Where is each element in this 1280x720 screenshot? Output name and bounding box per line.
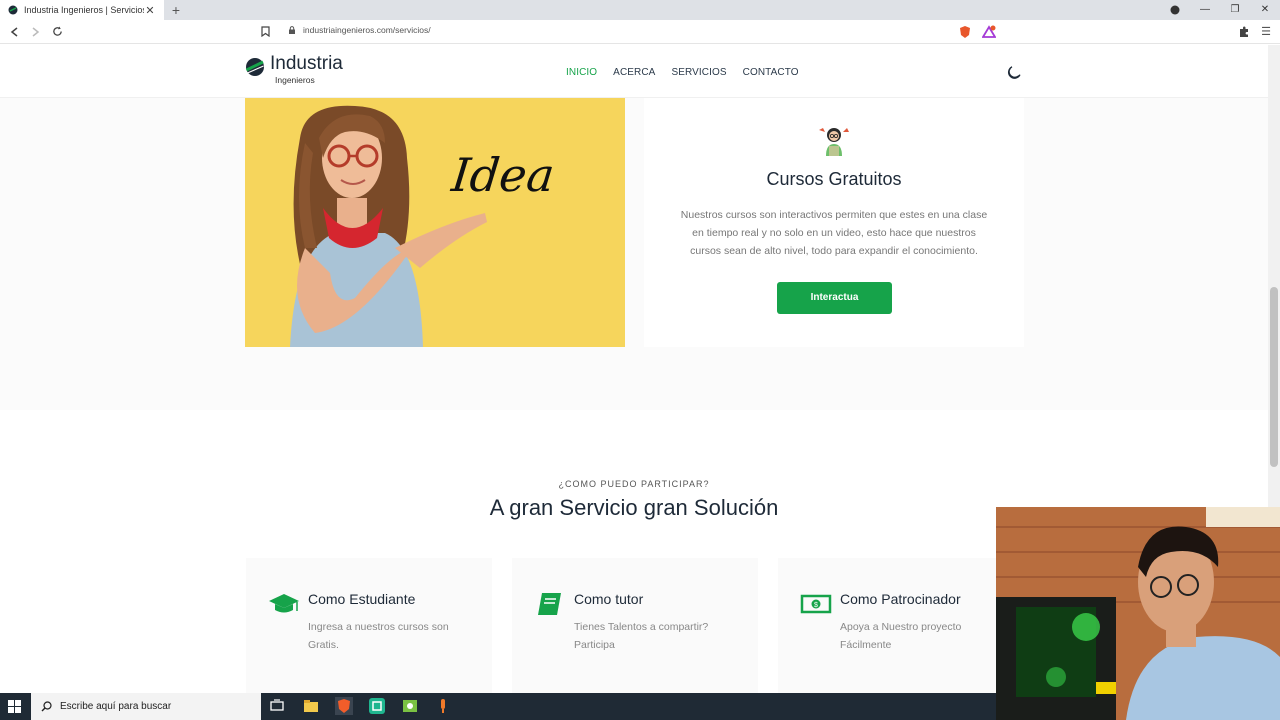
- windows-start-icon[interactable]: [8, 700, 21, 713]
- hero-section-background: [0, 98, 1280, 410]
- tab-title: Industria Ingenieros | Servicios: [24, 5, 144, 15]
- idea-word: Idea: [449, 148, 558, 202]
- teacher-avatar-icon: [819, 128, 849, 156]
- card-description: Nuestros cursos son interactivos permite…: [680, 209, 988, 257]
- reload-icon[interactable]: [49, 24, 65, 40]
- rewards-icon[interactable]: [982, 25, 996, 39]
- tab-close-icon[interactable]: ✕: [144, 4, 156, 17]
- brave-browser-icon[interactable]: [335, 697, 353, 715]
- service-title: Como Estudiante: [308, 591, 416, 607]
- brand-name: Industria: [270, 53, 343, 74]
- restore-icon[interactable]: ❐: [1220, 0, 1250, 20]
- free-courses-card: Cursos Gratuitos Nuestros cursos son int…: [644, 98, 1024, 347]
- forward-icon[interactable]: [27, 24, 43, 40]
- back-icon[interactable]: [7, 24, 23, 40]
- lock-icon: [289, 26, 295, 34]
- graduation-cap-icon: [269, 594, 299, 613]
- browser-tab-bar: Industria Ingenieros | Servicios ✕ + — ❐…: [0, 0, 1280, 20]
- brave-shield-icon[interactable]: [958, 25, 972, 39]
- main-nav: INICIO ACERCA SERVICIOS CONTACTO: [566, 67, 815, 78]
- site-header: Industria Ingenieros INICIO ACERCA SERVI…: [0, 45, 1280, 98]
- service-card-tutor: Como tutor Tienes Talentos a compartir? …: [512, 558, 758, 693]
- close-window-icon[interactable]: ✕: [1250, 0, 1280, 20]
- address-bar-row: industriaingenieros.com/servicios/ ☰: [0, 20, 1280, 44]
- app-icon-green[interactable]: [368, 697, 386, 715]
- taskbar-search-field[interactable]: Escribe aquí para buscar: [31, 693, 261, 720]
- webcam-person-image: [996, 507, 1280, 720]
- menu-icon[interactable]: ☰: [1258, 24, 1274, 40]
- service-text: Apoya a Nuestro proyecto Fácilmente: [840, 621, 962, 651]
- money-icon: $: [800, 594, 832, 614]
- url-text: industriaingenieros.com/servicios/: [303, 25, 431, 35]
- app-icon-image[interactable]: [401, 697, 419, 715]
- taskbar-search-placeholder: Escribe aquí para buscar: [60, 701, 172, 712]
- service-text: Tienes Talentos a compartir? Participa: [574, 621, 709, 651]
- windows-taskbar: Escribe aquí para buscar: [0, 693, 996, 720]
- service-text: Ingresa a nuestros cursos son Gratis.: [308, 621, 449, 651]
- book-icon: [538, 593, 561, 615]
- section-eyebrow: ¿COMO PUEDO PARTICIPAR?: [558, 479, 710, 489]
- service-title: Como tutor: [574, 591, 644, 607]
- hero-photo: Idea: [245, 98, 625, 347]
- brand-subtitle: Ingenieros: [275, 75, 315, 85]
- search-icon: [41, 701, 52, 712]
- nav-contacto[interactable]: CONTACTO: [743, 67, 799, 78]
- card-title: Cursos Gratuitos: [766, 169, 902, 189]
- service-card-student: Como Estudiante Ingresa a nuestros curso…: [246, 558, 492, 693]
- task-view-icon[interactable]: [268, 697, 286, 715]
- nav-inicio[interactable]: INICIO: [566, 67, 597, 78]
- url-field[interactable]: industriaingenieros.com/servicios/: [288, 25, 431, 35]
- app-icon-microphone[interactable]: [434, 697, 452, 715]
- profile-icon[interactable]: [1160, 0, 1190, 20]
- browser-tab[interactable]: Industria Ingenieros | Servicios ✕: [0, 0, 164, 20]
- woman-pointing-illustration: [290, 105, 487, 347]
- interactua-button[interactable]: Interactua: [777, 282, 892, 314]
- logo-mark-icon: [245, 58, 264, 76]
- service-card-sponsor: $ Como Patrocinador Apoya a Nuestro proy…: [778, 558, 1024, 693]
- nav-servicios[interactable]: SERVICIOS: [671, 67, 726, 78]
- minimize-icon[interactable]: —: [1190, 0, 1220, 20]
- service-title: Como Patrocinador: [840, 591, 961, 607]
- svg-text:$: $: [814, 602, 818, 609]
- webcam-overlay: [996, 507, 1280, 720]
- scrollbar-thumb[interactable]: [1270, 287, 1278, 467]
- site-logo[interactable]: Industria Ingenieros: [245, 53, 343, 85]
- extensions-icon[interactable]: [1237, 25, 1251, 39]
- site-favicon-icon: [8, 5, 18, 15]
- bookmark-icon[interactable]: [257, 24, 273, 40]
- dark-mode-moon-icon[interactable]: [1007, 65, 1022, 80]
- file-explorer-icon[interactable]: [302, 697, 320, 715]
- new-tab-button[interactable]: +: [168, 1, 184, 19]
- nav-acerca[interactable]: ACERCA: [613, 67, 655, 78]
